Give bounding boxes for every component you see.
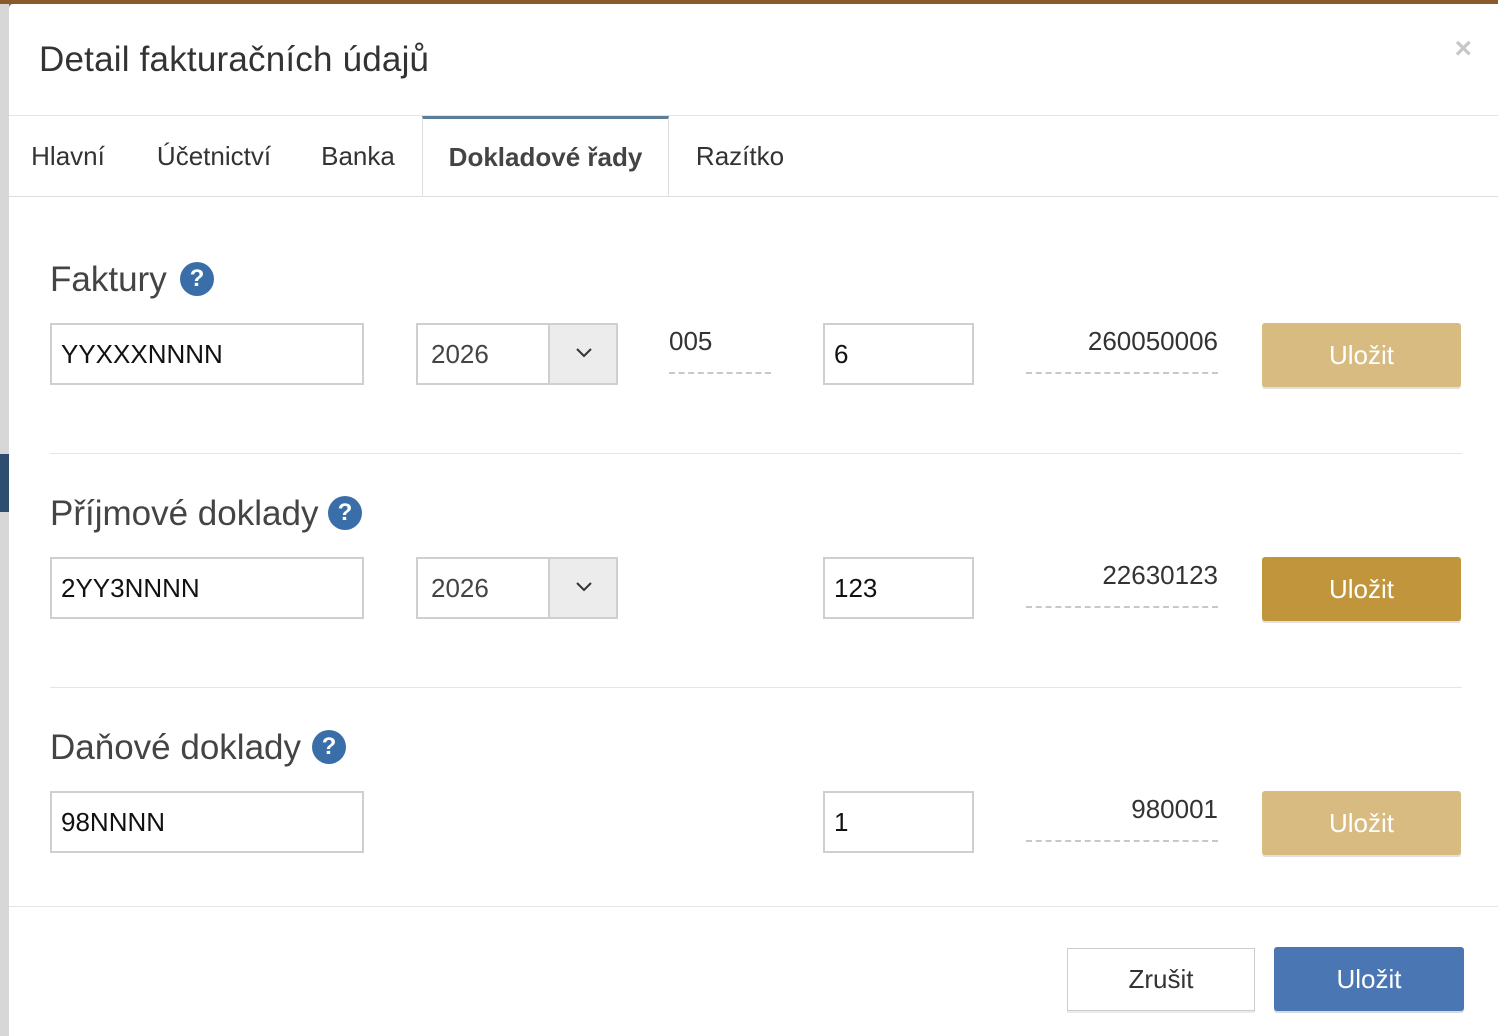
format-input-prijmove[interactable]: 2YY3NNNN <box>50 557 364 619</box>
help-icon[interactable]: ? <box>328 496 362 530</box>
tab-bar: Hlavní Účetnictví Banka Dokladové řady R… <box>9 116 1498 197</box>
year-select-prijmove[interactable]: 2026 <box>416 557 618 619</box>
tab-dokladove-rady[interactable]: Dokladové řady <box>422 116 669 196</box>
section-title-faktury: Faktury <box>50 260 167 299</box>
modal-header: Detail fakturačních údajů × <box>9 4 1498 116</box>
year-select-value: 2026 <box>431 573 489 603</box>
cancel-button[interactable]: Zrušit <box>1067 948 1255 1011</box>
series-code-faktury: 005 <box>669 326 771 374</box>
preview-number-prijmove: 22630123 <box>1026 560 1218 608</box>
billing-details-modal: Detail fakturačních údajů × Hlavní Účetn… <box>9 4 1498 1036</box>
next-number-input-prijmove[interactable]: 123 <box>823 557 974 619</box>
next-number-input-faktury[interactable]: 6 <box>823 323 974 385</box>
close-icon[interactable]: × <box>1454 34 1472 64</box>
section-title-danove-doklady: Daňové doklady <box>50 728 301 767</box>
year-select-faktury[interactable]: 2026 <box>416 323 618 385</box>
tab-hlavni[interactable]: Hlavní <box>30 116 106 196</box>
section-divider <box>50 453 1462 454</box>
save-button-prijmove[interactable]: Uložit <box>1262 557 1461 621</box>
save-button-faktury[interactable]: Uložit <box>1262 323 1461 387</box>
section-divider <box>50 687 1462 688</box>
chevron-down-icon <box>548 325 616 383</box>
help-icon[interactable]: ? <box>312 730 346 764</box>
modal-footer: Zrušit Uložit <box>9 906 1498 1036</box>
background-page <box>0 4 9 1036</box>
year-select-value: 2026 <box>431 339 489 369</box>
help-icon[interactable]: ? <box>180 262 214 296</box>
chevron-down-icon <box>548 559 616 617</box>
format-input-faktury[interactable]: YYXXXNNNN <box>50 323 364 385</box>
tab-banka[interactable]: Banka <box>320 116 396 196</box>
tab-ucetnictvi[interactable]: Účetnictví <box>153 116 275 196</box>
preview-number-faktury: 260050006 <box>1026 326 1218 374</box>
modal-title: Detail fakturačních údajů <box>39 40 430 79</box>
next-number-input-danove[interactable]: 1 <box>823 791 974 853</box>
background-sidebar-highlight <box>0 454 9 512</box>
save-button[interactable]: Uložit <box>1274 947 1464 1011</box>
preview-number-danove: 980001 <box>1026 794 1218 842</box>
section-title-prijmove-doklady: Příjmové doklady <box>50 494 319 533</box>
tab-razitko[interactable]: Razítko <box>694 116 786 196</box>
save-button-danove[interactable]: Uložit <box>1262 791 1461 855</box>
format-input-danove[interactable]: 98NNNN <box>50 791 364 853</box>
